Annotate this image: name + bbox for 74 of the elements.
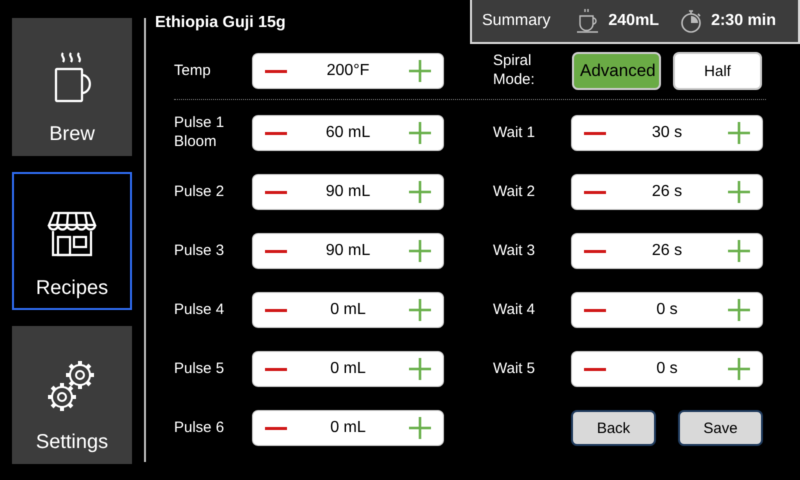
- plus-icon: [409, 240, 431, 262]
- field-label: Pulse 5: [174, 360, 226, 378]
- plus-icon: [728, 181, 750, 203]
- stepper-value: 0 s: [655, 360, 679, 378]
- minus-icon: [265, 250, 287, 252]
- action-button[interactable]: Save: [678, 410, 763, 446]
- minus-icon: [265, 308, 287, 312]
- stepper-value: 90 mL: [324, 183, 372, 201]
- plus-icon: [409, 60, 431, 82]
- field-label: Pulse 4: [174, 300, 226, 320]
- field-label: Pulse 2: [174, 182, 226, 202]
- stepper-value: 0 mL: [329, 301, 367, 319]
- minus-icon: [265, 368, 287, 370]
- plus-icon: [409, 299, 431, 321]
- stepper-value: 30 s: [650, 124, 684, 142]
- plus-icon: [728, 299, 750, 321]
- plus-icon: [409, 181, 431, 203]
- minus-icon: [584, 308, 606, 312]
- stepper-value: 200°F: [326, 62, 370, 80]
- minus-icon: [584, 250, 606, 252]
- field-label: Temp: [174, 62, 212, 80]
- nav-tab[interactable]: Recipes: [12, 172, 132, 310]
- minus-icon: [265, 132, 287, 134]
- minus-icon: [265, 426, 287, 430]
- mode-option[interactable]: Half: [673, 52, 762, 90]
- nav-tab[interactable]: Brew: [12, 18, 132, 156]
- action-button[interactable]: Back: [571, 410, 656, 446]
- field-label: Spiral Mode:: [493, 52, 536, 90]
- stepper-value: 0 s: [655, 301, 679, 319]
- stopwatch-icon: [679, 8, 704, 34]
- stepper-value: 60 mL: [324, 124, 372, 142]
- increase-button[interactable]: [726, 238, 752, 264]
- field-label: Pulse 3: [174, 242, 226, 260]
- stepper-value: 90 mL: [324, 242, 372, 260]
- plus-icon: [409, 417, 431, 439]
- time-value: 2:30 min: [711, 12, 776, 30]
- summary-label: Summary: [482, 12, 550, 30]
- increase-button[interactable]: [407, 356, 433, 382]
- minus-icon: [584, 368, 606, 370]
- increase-button[interactable]: [726, 179, 752, 205]
- plus-icon: [728, 240, 750, 262]
- increase-button[interactable]: [407, 297, 433, 323]
- field-label: Wait 5: [493, 360, 536, 378]
- mode-option[interactable]: Advanced: [572, 52, 661, 90]
- increase-button[interactable]: [407, 58, 433, 84]
- minus-icon: [265, 190, 287, 194]
- stepper-value: 26 s: [650, 242, 684, 260]
- increase-button[interactable]: [726, 120, 752, 146]
- increase-button[interactable]: [726, 297, 752, 323]
- increase-button[interactable]: [407, 179, 433, 205]
- field-label: Wait 1: [493, 124, 536, 142]
- increase-button[interactable]: [407, 415, 433, 441]
- plus-icon: [409, 122, 431, 144]
- nav-tab[interactable]: Settings: [12, 326, 132, 464]
- field-label: Wait 3: [493, 242, 536, 260]
- recipe-title: Ethiopia Guji 15g: [155, 14, 286, 32]
- stepper-value: 0 mL: [329, 360, 367, 378]
- increase-button[interactable]: [407, 238, 433, 264]
- field-label: Wait 4: [493, 300, 536, 320]
- plus-icon: [409, 358, 431, 380]
- increase-button[interactable]: [726, 356, 752, 382]
- plus-icon: [728, 358, 750, 380]
- field-label: Pulse 1 Bloom: [174, 114, 226, 152]
- increase-button[interactable]: [407, 120, 433, 146]
- volume-value: 240mL: [608, 12, 660, 30]
- minus-icon: [584, 132, 606, 134]
- stepper-value: 0 mL: [329, 419, 367, 437]
- plus-icon: [728, 122, 750, 144]
- field-label: Pulse 6: [174, 418, 226, 438]
- minus-icon: [265, 70, 287, 72]
- field-label: Wait 2: [493, 182, 536, 202]
- cup-icon: [576, 8, 600, 34]
- stepper-value: 26 s: [650, 183, 684, 201]
- minus-icon: [584, 190, 606, 194]
